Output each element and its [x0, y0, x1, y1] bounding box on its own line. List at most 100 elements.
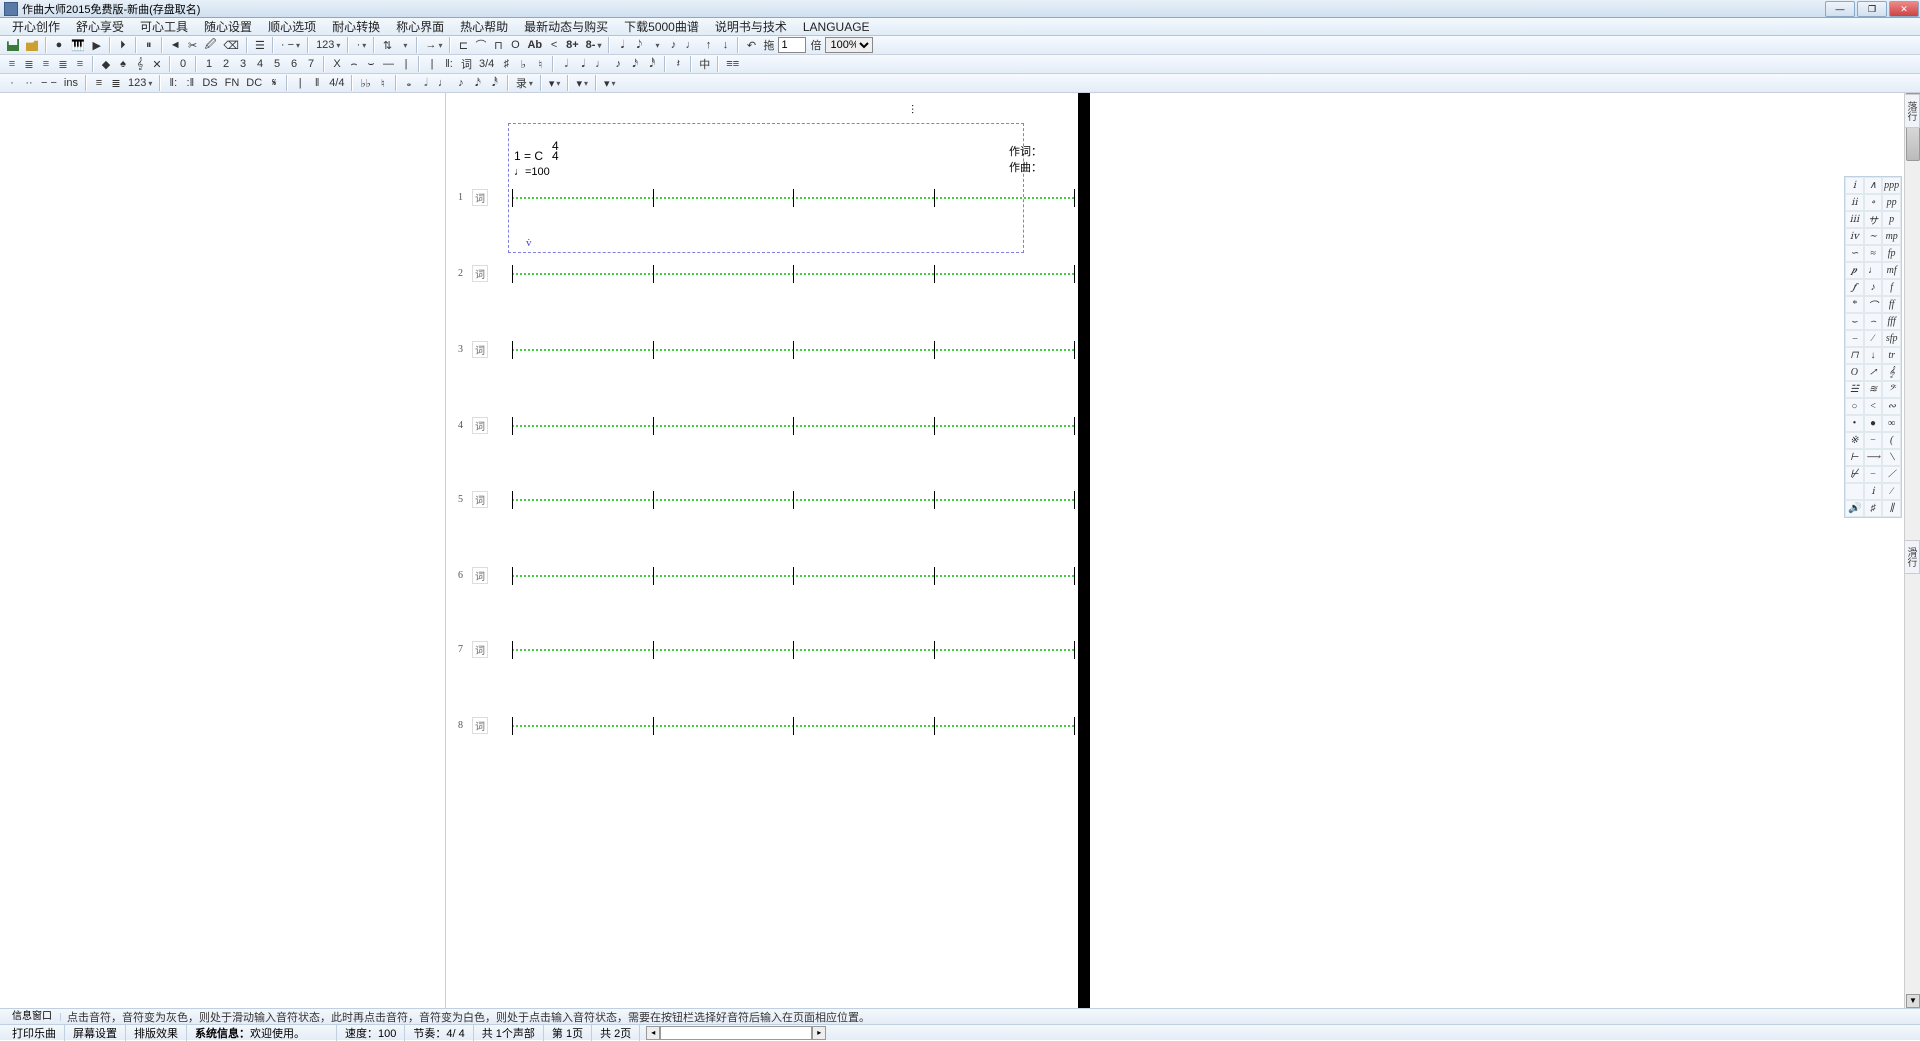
palette-cell[interactable]: ∼ [1864, 228, 1883, 245]
ddot-btn[interactable]: ·· [21, 75, 37, 91]
x-button[interactable]: X [329, 56, 345, 72]
note1-button[interactable]: 𝅘𝅥 [614, 37, 630, 53]
ds-btn[interactable]: DS [199, 75, 220, 91]
bar1-button[interactable]: | [398, 56, 414, 72]
open-button[interactable] [23, 37, 41, 53]
palette-cell[interactable]: 𝄢 [1882, 381, 1901, 398]
palette-cell[interactable]: ⟋ [1882, 466, 1901, 483]
staff-line[interactable] [512, 425, 1074, 427]
palette-cell[interactable]: ⌢ [1864, 313, 1883, 330]
ts44-btn[interactable]: 4/4 [326, 75, 347, 91]
num-4[interactable]: 4 [252, 56, 268, 72]
arrow-down-button[interactable]: ↓ [717, 37, 733, 53]
nn3-button[interactable]: ♩ [592, 56, 609, 72]
s-btn[interactable]: 𝅘𝅥𝅯 [470, 75, 486, 91]
status-screen[interactable]: 屏幕设置 [65, 1025, 126, 1041]
edit-button[interactable]: 🖉 [202, 37, 220, 53]
palette-cell[interactable]: ↓ [1864, 347, 1883, 364]
row-label[interactable]: 词 [472, 717, 488, 734]
n123-menu[interactable]: 123 [125, 75, 155, 91]
palette-cell[interactable]: ☱ [1845, 381, 1864, 398]
repeat-button[interactable]: ‖: [441, 56, 457, 72]
align-center-button[interactable]: ≣ [21, 56, 37, 72]
palette-cell[interactable]: ♪ [1864, 279, 1883, 296]
palette-cell[interactable]: tr [1882, 347, 1901, 364]
vtab-huahang[interactable]: 滑行 [1904, 540, 1920, 574]
num-0[interactable]: 0 [175, 56, 191, 72]
sharp-button[interactable]: ♯ [498, 56, 514, 72]
drag-input[interactable] [778, 37, 806, 53]
bar2-button[interactable]: | [424, 56, 440, 72]
blue-menu2[interactable]: ▾ [573, 75, 591, 91]
palette-cell[interactable]: sfp [1882, 330, 1901, 347]
staff-lines-button[interactable]: ≡≡ [723, 56, 742, 72]
flat2-btn[interactable]: ♭♭ [357, 75, 373, 91]
nn5-button[interactable]: 𝅘𝅥𝅯 [627, 56, 643, 72]
num-6[interactable]: 6 [286, 56, 302, 72]
staff-line[interactable] [512, 575, 1074, 577]
arrow-up-button[interactable]: ↑ [700, 37, 716, 53]
line-button[interactable]: — [380, 56, 397, 72]
note2-button[interactable]: 𝅘𝅥𝅮 [631, 37, 647, 53]
menu-create[interactable]: 开心创作 [4, 18, 68, 35]
palette-cell[interactable]: ⅰ [1845, 177, 1864, 194]
blue-menu3[interactable]: ▾ [601, 75, 619, 91]
palette-cell[interactable]: fp [1882, 245, 1901, 262]
row-label[interactable]: 词 [472, 265, 488, 282]
8plus-button[interactable]: 8+ [563, 37, 582, 53]
fn-btn[interactable]: FN [222, 75, 243, 91]
note3-button[interactable]: ♪ [665, 37, 681, 53]
mode-menu[interactable]: · [353, 37, 369, 53]
play-button[interactable]: ▶ [89, 37, 105, 53]
palette-cell[interactable]: pp [1882, 194, 1901, 211]
lt-button[interactable]: < [546, 37, 562, 53]
record-button[interactable]: ● [51, 37, 67, 53]
up-button[interactable]: ⇅ [379, 37, 395, 53]
align-btn5[interactable]: ≡ [72, 56, 88, 72]
coda1-btn[interactable]: ‖: [165, 75, 181, 91]
palette-cell[interactable]: − [1864, 466, 1883, 483]
nn6-button[interactable]: 𝅘𝅥𝅰 [644, 56, 660, 72]
palette-cell[interactable]: 𝆏 [1845, 262, 1864, 279]
palette-cell[interactable]: mp [1882, 228, 1901, 245]
coda2-btn[interactable]: :‖ [182, 75, 198, 91]
undo-button[interactable]: ↶ [743, 37, 759, 53]
palette-cell[interactable]: ♩ [1864, 262, 1883, 279]
t-btn[interactable]: 𝅘𝅥𝅰 [487, 75, 503, 91]
palette-cell[interactable]: ⅱ [1845, 194, 1864, 211]
natural2-btn[interactable]: ♮ [375, 75, 391, 91]
palette-cell[interactable]: − [1864, 432, 1883, 449]
palette-cell[interactable]: ⅲ [1845, 211, 1864, 228]
arrow-menu[interactable]: → [422, 37, 445, 53]
palette-cell[interactable]: ∥ [1882, 500, 1901, 517]
menu-enjoy[interactable]: 舒心享受 [68, 18, 132, 35]
palette-cell[interactable]: サ [1864, 211, 1883, 228]
palette-cell[interactable]: ♯ [1864, 500, 1883, 517]
flat-button[interactable]: ♭ [515, 56, 531, 72]
palette-cell[interactable]: ⊢ [1845, 449, 1864, 466]
heavy-bar-btn[interactable]: ‖ [309, 75, 325, 91]
row-label[interactable]: 词 [472, 491, 488, 508]
page-navigator[interactable]: ◂ ▸ [646, 1026, 826, 1040]
dot-btn[interactable]: · [4, 75, 20, 91]
align-justify-button[interactable]: ≣ [55, 56, 71, 72]
vtab-luohang[interactable]: 落行 [1904, 94, 1920, 128]
palette-cell[interactable]: Ο [1845, 364, 1864, 381]
staff-line[interactable] [512, 349, 1074, 351]
slur-down-button[interactable]: ⌣ [363, 56, 379, 72]
zoom-select[interactable]: 100% [825, 37, 873, 53]
palette-cell[interactable]: ● [1864, 415, 1883, 432]
palette-cell[interactable]: ∧ [1864, 177, 1883, 194]
palette-cell[interactable]: 🔊 [1845, 500, 1864, 517]
ab-button[interactable]: Ab [524, 37, 545, 53]
center-button[interactable]: 中 [696, 56, 713, 72]
staff-line[interactable] [512, 273, 1074, 275]
ts34-button[interactable]: 3/4 [476, 56, 497, 72]
bar3-btn[interactable]: | [292, 75, 308, 91]
page-last-button[interactable]: ▸ [812, 1026, 826, 1040]
staff-line[interactable] [512, 649, 1074, 651]
palette-cell[interactable]: p [1882, 211, 1901, 228]
circle-btn[interactable]: Ο [507, 37, 523, 53]
fast-play-button[interactable]: ⏵ [115, 37, 131, 53]
staff-line[interactable] [512, 499, 1074, 501]
